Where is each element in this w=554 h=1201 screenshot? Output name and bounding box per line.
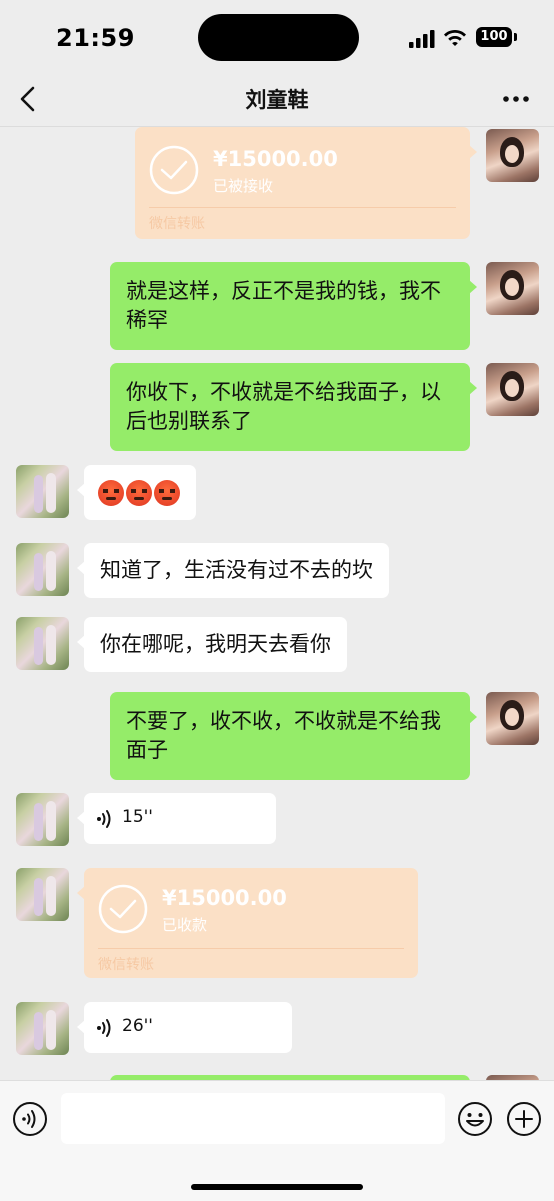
transfer-divider [98,948,404,949]
transfer-amount: ¥15000.00 [213,147,338,171]
message-bubble-received[interactable]: 知道了，生活没有过不去的坎 [77,543,389,598]
contact-avatar[interactable] [16,868,69,921]
voice-wave-icon [97,810,111,828]
angry-face-icon [98,480,124,506]
input-bar [0,1080,554,1201]
contact-avatar[interactable] [16,1002,69,1055]
message-input[interactable] [61,1093,445,1144]
battery-tip [514,33,517,41]
dynamic-island [198,14,359,61]
transfer-status: 已被接收 [213,177,274,195]
battery-indicator: 100 [476,27,512,47]
my-avatar[interactable] [486,129,539,182]
wifi-icon [444,30,466,46]
transfer-label: 微信转账 [149,216,205,232]
message-bubble-sent[interactable]: 不要了，收不收，不收就是不给我面子 [110,692,477,780]
transfer-amount: ¥15000.00 [162,886,287,910]
message-bubble-sent[interactable]: 就是这样，反正不是我的钱，我不稀罕 [110,262,477,350]
contact-avatar[interactable] [16,465,69,518]
status-time: 21:59 [56,24,135,52]
voice-message[interactable]: 26'' [77,1002,292,1053]
transfer-status: 已收款 [162,916,208,934]
my-avatar[interactable] [486,692,539,745]
emoji-message-bubble[interactable] [77,465,196,520]
transfer-divider [149,207,456,208]
message-bubble-received[interactable]: 你在哪呢，我明天去看你 [77,617,347,672]
chat-area[interactable]: ¥15000.00 已被接收 微信转账 就是这样，反正不是我的钱，我不稀罕 你收… [0,127,554,1080]
my-avatar[interactable] [486,262,539,315]
voice-duration: 15'' [122,807,153,827]
plus-icon[interactable] [506,1101,542,1137]
chat-title: 刘童鞋 [245,88,309,112]
contact-avatar[interactable] [16,793,69,846]
my-avatar[interactable] [486,363,539,416]
angry-face-icon [126,480,152,506]
emoji-icon[interactable] [457,1101,493,1137]
transfer-card-received[interactable]: ¥15000.00 已收款 微信转账 [77,868,418,978]
check-circle-icon [98,884,148,934]
contact-avatar[interactable] [16,543,69,596]
nav-bar: 刘童鞋 [0,72,554,127]
voice-icon[interactable] [12,1101,48,1137]
cellular-signal-icon [409,30,435,48]
transfer-card-sent[interactable]: ¥15000.00 已被接收 微信转账 [135,127,477,239]
voice-wave-icon [97,1019,111,1037]
check-circle-icon [149,145,199,195]
transfer-label: 微信转账 [98,957,154,973]
contact-avatar[interactable] [16,617,69,670]
status-bar: 21:59 100 [0,0,554,72]
voice-message[interactable]: 15'' [77,793,276,844]
home-indicator [191,1184,363,1190]
more-dots-icon[interactable] [500,88,532,110]
angry-face-icon [154,480,180,506]
voice-duration: 26'' [122,1016,153,1036]
message-bubble-sent[interactable]: 你收下，不收就是不给我面子，以后也别联系了 [110,363,477,451]
